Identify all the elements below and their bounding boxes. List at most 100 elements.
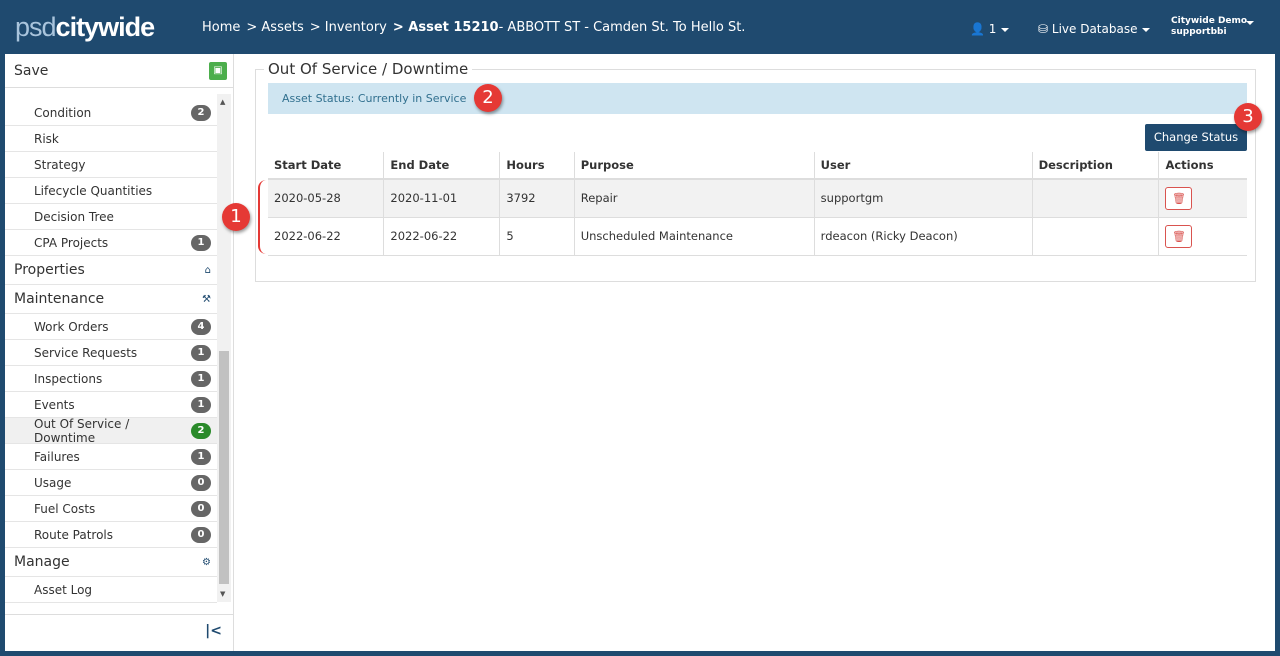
panel-title: Out Of Service / Downtime — [264, 60, 473, 78]
sidebar-scrollbar[interactable]: ▲ ▼ — [217, 94, 231, 602]
count-badge: 0 — [191, 500, 211, 517]
table-cell: 2022-06-22 — [268, 217, 385, 256]
column-header[interactable]: Description — [1032, 152, 1160, 180]
sidebar-item-label: Risk — [34, 131, 59, 146]
sidebar-item-service-requests[interactable]: Service Requests 1 — [5, 340, 217, 366]
table-cell: 3792 — [499, 179, 575, 218]
sidebar-item-fuel-costs[interactable]: Fuel Costs 0 — [5, 496, 217, 522]
breadcrumb-inventory[interactable]: > Inventory — [310, 20, 387, 35]
callout-3: 3 — [1234, 103, 1262, 131]
trash-icon: 🗑 — [1171, 229, 1186, 243]
table-cell — [1032, 179, 1160, 218]
count-badge: 2 — [191, 104, 211, 121]
sidebar-item-label: Work Orders — [34, 319, 109, 334]
sidebar-item-events[interactable]: Events 1 — [5, 392, 217, 418]
table-cell — [1032, 217, 1160, 256]
sidebar-item-label: Properties — [14, 262, 85, 278]
column-header[interactable]: Hours — [499, 152, 575, 180]
callout-2: 2 — [474, 84, 502, 112]
gear-icon: ⚙ — [202, 556, 211, 568]
count-badge: 1 — [191, 370, 211, 387]
column-header[interactable]: Start Date — [268, 152, 385, 180]
sidebar-item-strategy[interactable]: Strategy — [5, 152, 217, 178]
sidebar-item-condition[interactable]: Condition 2 — [5, 100, 217, 126]
sidebar-item-properties[interactable]: Properties ⌂ — [5, 256, 217, 285]
logo[interactable]: psdcitywide — [15, 12, 155, 43]
sidebar: Save ▣ Condition 2 Risk Strategy Lifecycle Qu… — [5, 54, 234, 651]
table-cell: supportgm — [814, 179, 1033, 218]
column-header[interactable]: End Date — [383, 152, 501, 180]
sidebar-item-label: Usage — [34, 475, 72, 490]
trash-icon: 🗑 — [1171, 191, 1186, 205]
database-dropdown[interactable]: ⛁ Live Database — [1038, 22, 1151, 36]
scroll-down-icon[interactable]: ▼ — [220, 590, 225, 598]
sidebar-item-label: Service Requests — [34, 345, 138, 360]
sidebar-item-manage[interactable]: Manage ⚙ — [5, 548, 217, 577]
database-icon: ⛁ — [1038, 22, 1049, 36]
sidebar-item-lifecycle-quantities[interactable]: Lifecycle Quantities — [5, 178, 217, 204]
caret-down-icon — [1001, 27, 1010, 32]
users-dropdown[interactable]: 👤 1 — [970, 22, 1010, 36]
count-badge: 1 — [191, 344, 211, 361]
breadcrumb-assets[interactable]: > Assets — [246, 20, 303, 35]
delete-button[interactable]: 🗑 — [1165, 186, 1193, 210]
breadcrumb-home[interactable]: Home — [202, 20, 240, 35]
tools-icon: ⚒ — [202, 293, 211, 305]
sidebar-item-label: Events — [34, 397, 75, 412]
scrollbar-thumb[interactable] — [219, 351, 229, 584]
table-row: 2020-05-28 2020-11-01 3792 Repair supportgm 🗑 — [268, 179, 1247, 218]
sidebar-item-failures[interactable]: Failures 1 — [5, 444, 217, 470]
column-header[interactable]: User — [814, 152, 1033, 180]
count-badge: 2 — [191, 422, 211, 439]
change-status-button[interactable]: Change Status — [1145, 124, 1247, 151]
table-cell: rdeacon (Ricky Deacon) — [814, 217, 1033, 256]
sidebar-item-usage[interactable]: Usage 0 — [5, 470, 217, 496]
sidebar-item-label: Maintenance — [14, 291, 105, 307]
table-cell: 5 — [499, 217, 575, 256]
scroll-up-icon[interactable]: ▲ — [220, 98, 225, 106]
sidebar-item-label: Condition — [34, 105, 92, 120]
sidebar-item-label: Strategy — [34, 157, 86, 172]
user-menu[interactable]: Citywide Demo supportbbi — [1171, 16, 1254, 38]
sidebar-item-label: Manage — [14, 554, 70, 570]
breadcrumb-current: > Asset 15210- ABBOTT ST - Camden St. To… — [392, 20, 746, 35]
table-cell: 2020-05-28 — [268, 179, 385, 218]
count-badge: 0 — [191, 526, 211, 543]
count-badge: 4 — [191, 318, 211, 335]
count-badge: 0 — [191, 474, 211, 491]
column-header[interactable]: Actions — [1158, 152, 1247, 180]
table-cell: 2022-06-22 — [383, 217, 501, 256]
users-icon: 👤 — [970, 22, 985, 36]
caret-down-icon — [1246, 21, 1254, 25]
sidebar-item-asset-log[interactable]: Asset Log — [5, 577, 217, 603]
sidebar-item-route-patrols[interactable]: Route Patrols 0 — [5, 522, 217, 548]
collapse-sidebar-icon[interactable]: |< — [5, 614, 234, 651]
table-cell: Unscheduled Maintenance — [574, 217, 815, 256]
top-navbar: psdcitywide Home > Assets > Inventory > … — [0, 0, 1280, 54]
table-cell: 2020-11-01 — [383, 179, 501, 218]
column-header[interactable]: Purpose — [574, 152, 815, 180]
table-cell: Repair — [574, 179, 815, 218]
sidebar-item-label: Route Patrols — [34, 527, 114, 542]
rows-annotation-bracket — [258, 180, 268, 254]
sidebar-item-out-of-service-downtime[interactable]: Out Of Service / Downtime 2 — [5, 416, 217, 445]
sidebar-item-label: Asset Log — [34, 582, 93, 597]
caret-down-icon — [1142, 27, 1151, 32]
sidebar-item-label: Failures — [34, 449, 80, 464]
sidebar-item-maintenance[interactable]: Maintenance ⚒ — [5, 285, 217, 314]
sidebar-item-risk[interactable]: Risk — [5, 126, 217, 152]
downtime-panel: Out Of Service / Downtime Asset Status: … — [255, 60, 1256, 282]
breadcrumb: Home > Assets > Inventory > Asset 15210-… — [202, 20, 745, 35]
save-button[interactable]: Save ▣ — [5, 54, 233, 88]
delete-button[interactable]: 🗑 — [1165, 224, 1193, 248]
sidebar-list: Condition 2 Risk Strategy Lifecycle Quantiti… — [5, 100, 217, 603]
callout-1: 1 — [222, 203, 250, 231]
sidebar-item-inspections[interactable]: Inspections 1 — [5, 366, 217, 392]
sidebar-item-label: Out Of Service / Downtime — [34, 416, 130, 445]
sidebar-item-cpa-projects[interactable]: CPA Projects 1 — [5, 230, 217, 256]
sidebar-item-label: Decision Tree — [34, 209, 114, 224]
asset-status-alert: Asset Status: Currently in Service — [268, 83, 1247, 114]
sidebar-item-decision-tree[interactable]: Decision Tree — [5, 204, 217, 230]
count-badge: 1 — [191, 448, 211, 465]
sidebar-item-work-orders[interactable]: Work Orders 4 — [5, 314, 217, 340]
